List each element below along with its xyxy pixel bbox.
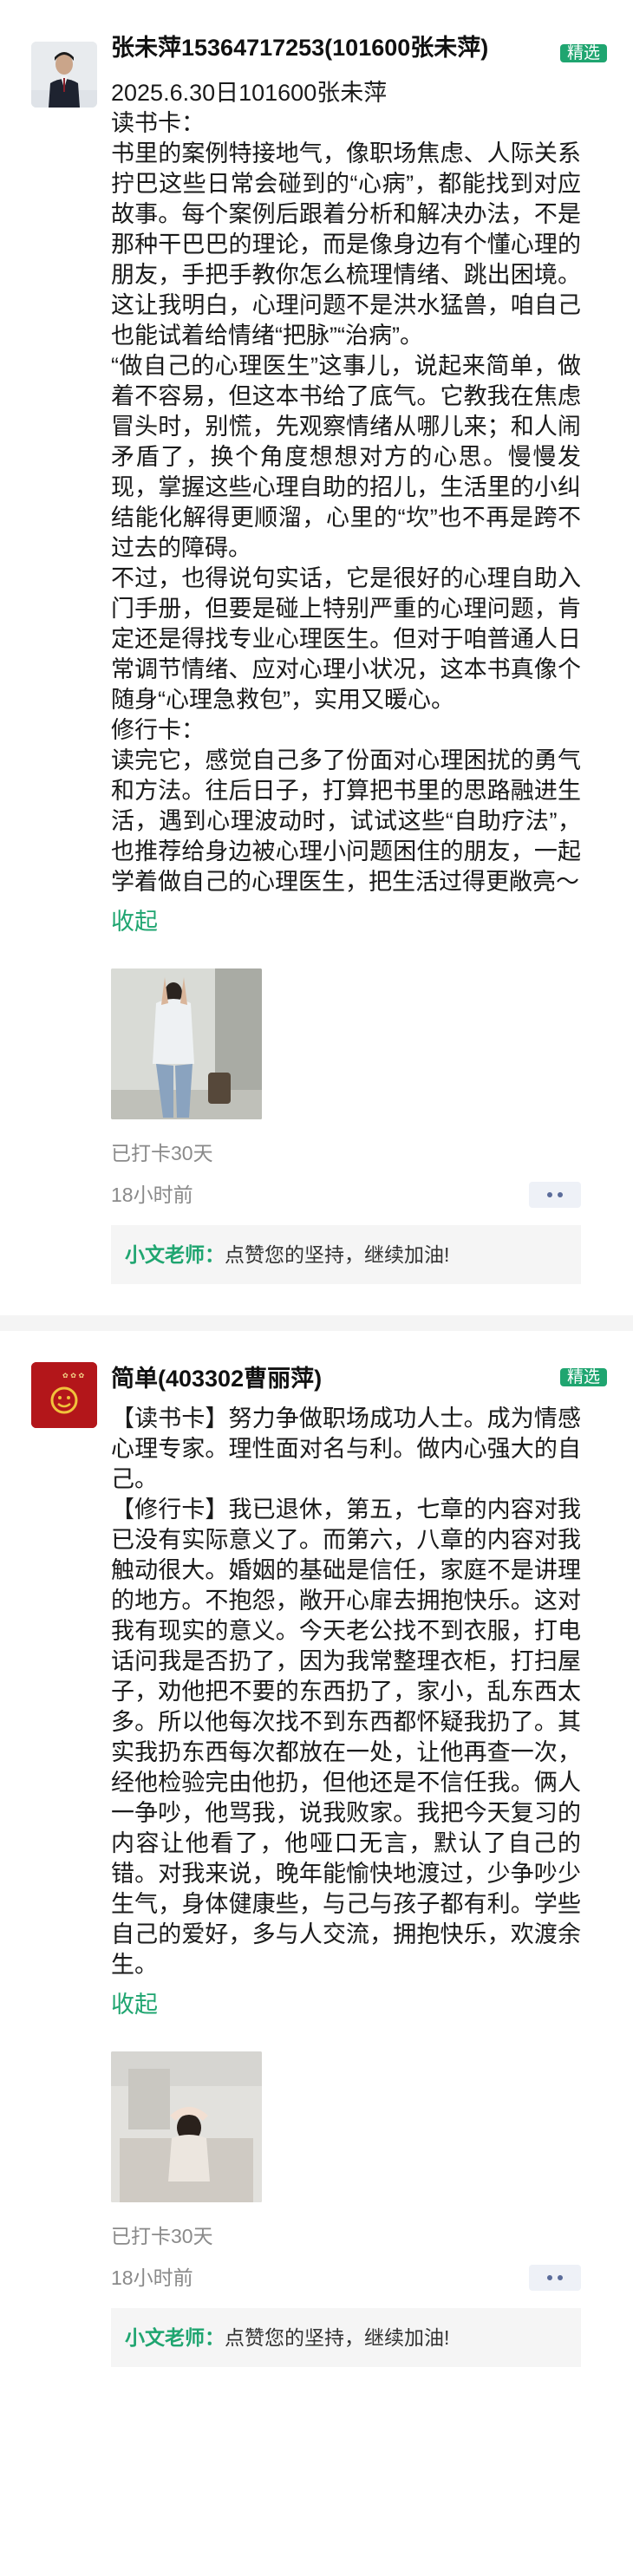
post-author-name[interactable]: 张未萍15364717253(101600张未萍) bbox=[111, 31, 536, 64]
comment-author[interactable]: 小文老师： bbox=[125, 2326, 225, 2349]
collapse-link[interactable]: 收起 bbox=[111, 1987, 581, 2022]
avatar-smiley-image: ✿ ✿ ✿ bbox=[31, 1362, 97, 1428]
post-time: 18小时前 bbox=[111, 2266, 193, 2289]
post-time: 18小时前 bbox=[111, 1184, 193, 1206]
comment-text: 点赞您的坚持，继续加油! bbox=[225, 2326, 450, 2349]
collapse-link[interactable]: 收起 bbox=[111, 904, 581, 939]
comment-text: 点赞您的坚持，继续加油! bbox=[225, 1243, 450, 1266]
avatar[interactable]: ✿ ✿ ✿ bbox=[31, 1362, 97, 1428]
feed-page: 张未萍15364717253(101600张未萍) 精选 2025.6.30日1… bbox=[0, 0, 633, 2576]
more-dots-icon[interactable] bbox=[529, 2265, 581, 2291]
featured-badge: 精选 bbox=[559, 1368, 607, 1386]
featured-badge: 精选 bbox=[559, 44, 607, 62]
post-content: 【读书卡】努力争做职场成功人士。成为情感心理专家。理性面对名与利。做内心强大的自… bbox=[111, 1405, 581, 1978]
comment-author[interactable]: 小文老师： bbox=[125, 1243, 225, 1266]
post-author-name[interactable]: 简单(403302曹丽萍) bbox=[111, 1362, 536, 1395]
avatar[interactable] bbox=[31, 42, 97, 108]
post-card: ✿ ✿ ✿ 简单(403302曹丽萍) 精选 【读书卡】努力争做职场成功人士。成… bbox=[0, 1331, 633, 2367]
post-photo[interactable] bbox=[111, 968, 262, 1119]
checkin-streak: 已打卡30天 bbox=[111, 2225, 213, 2247]
post-content: 2025.6.30日101600张未萍 读书卡： 书里的案例特接地气，像职场焦虑… bbox=[111, 80, 581, 895]
svg-text:✿ ✿ ✿: ✿ ✿ ✿ bbox=[62, 1372, 84, 1379]
avatar-person-image bbox=[31, 42, 97, 108]
post-card: 张未萍15364717253(101600张未萍) 精选 2025.6.30日1… bbox=[0, 0, 633, 1284]
more-dots-icon[interactable] bbox=[529, 1182, 581, 1208]
post-photo[interactable] bbox=[111, 2051, 262, 2202]
checkin-streak: 已打卡30天 bbox=[111, 1142, 213, 1164]
photo-image bbox=[111, 968, 262, 1119]
comment-item: 小文老师：点赞您的坚持，继续加油! bbox=[111, 2308, 581, 2367]
comment-item: 小文老师：点赞您的坚持，继续加油! bbox=[111, 1225, 581, 1284]
photo-image bbox=[111, 2051, 262, 2202]
section-divider bbox=[0, 1315, 633, 1331]
